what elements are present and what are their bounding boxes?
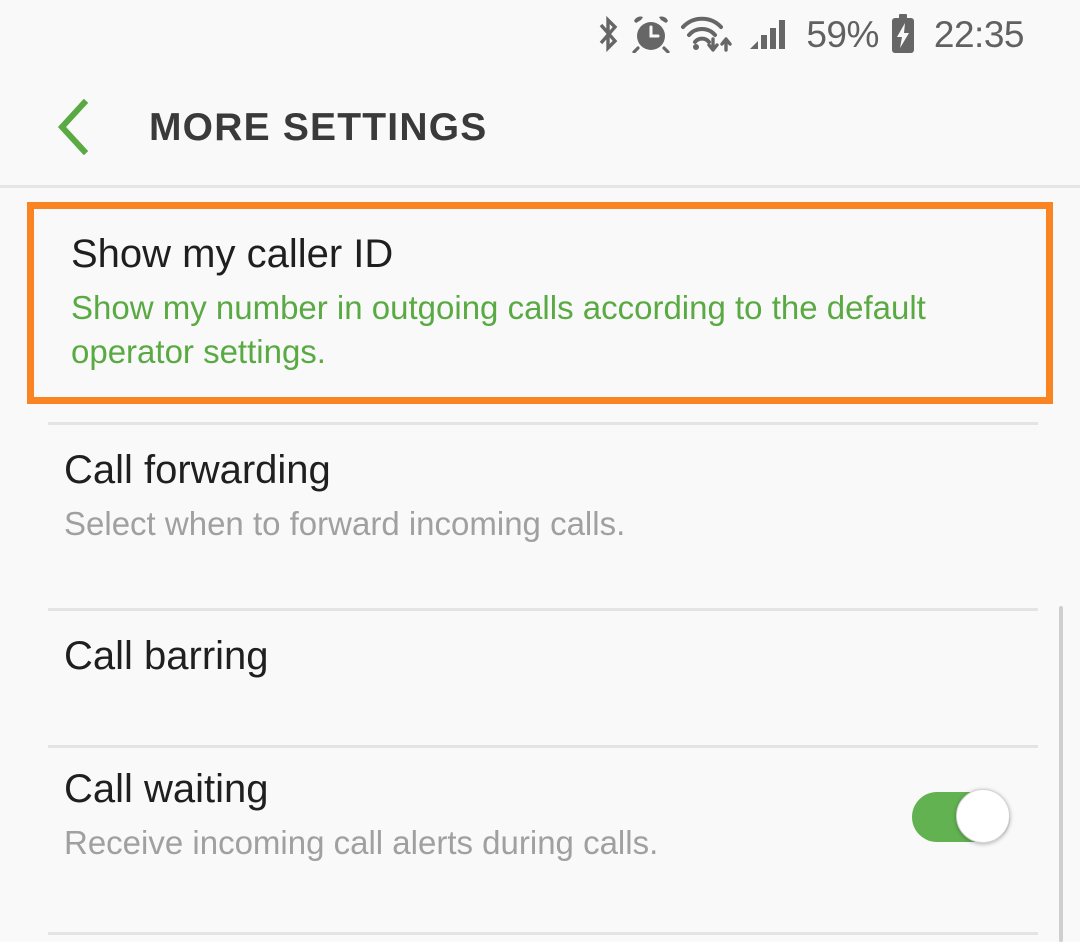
signal-icon — [748, 15, 792, 53]
setting-row-text: Call forwarding Select when to forward i… — [64, 448, 1032, 546]
setting-row-show-my-caller-id[interactable]: Show my caller ID Show my number in outg… — [27, 202, 1053, 404]
battery-charging-icon — [890, 14, 916, 54]
setting-row-text: Call barring — [64, 634, 1032, 678]
status-bar-icons: 59% 22:35 — [595, 13, 1025, 55]
setting-subtitle: Show my number in outgoing calls accordi… — [71, 289, 926, 370]
vertical-scrollbar[interactable] — [1059, 606, 1063, 942]
setting-subtitle: Select when to forward incoming calls. — [64, 504, 626, 542]
setting-title: Call barring — [64, 634, 269, 678]
app-header: MORE SETTINGS — [0, 68, 1080, 186]
status-bar-clock: 22:35 — [933, 13, 1025, 55]
setting-title: Call forwarding — [64, 447, 331, 492]
setting-row-call-forwarding[interactable]: Call forwarding Select when to forward i… — [0, 404, 1080, 589]
alarm-icon — [632, 15, 670, 53]
setting-subtitle: Receive incoming call alerts during call… — [64, 823, 659, 861]
setting-title: Call waiting — [64, 766, 269, 811]
bluetooth-icon — [595, 15, 621, 53]
wifi-icon — [681, 15, 737, 53]
status-bar: 59% 22:35 — [0, 0, 1080, 68]
setting-row-call-barring[interactable]: Call barring — [0, 589, 1080, 723]
back-chevron-icon[interactable] — [28, 81, 120, 173]
setting-row-text: Show my caller ID Show my number in outg… — [71, 232, 1025, 373]
setting-row-text: Call waiting Receive incoming call alert… — [64, 767, 912, 865]
setting-title: Show my caller ID — [71, 232, 394, 277]
toggle-thumb — [956, 788, 1010, 843]
battery-percent-label: 59% — [806, 13, 879, 55]
page-title: MORE SETTINGS — [149, 105, 488, 149]
setting-row-call-waiting[interactable]: Call waiting Receive incoming call alert… — [0, 723, 1080, 908]
settings-list: Show my caller ID Show my number in outg… — [0, 188, 1080, 942]
row-divider — [48, 932, 1038, 935]
call-waiting-toggle[interactable] — [912, 788, 1010, 843]
